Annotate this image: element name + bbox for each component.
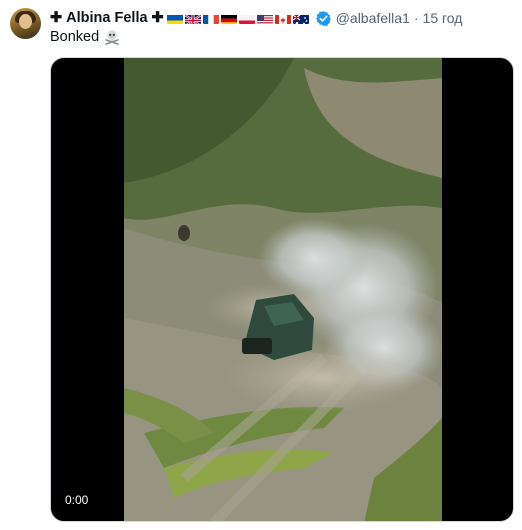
- separator-dot: ·: [413, 10, 419, 26]
- cross-symbol-right: ✚: [151, 10, 164, 26]
- avatar-face: [19, 14, 32, 29]
- author-name[interactable]: Albina Fella: [66, 10, 147, 26]
- germany-flag-icon: [220, 13, 237, 24]
- united-states-flag-icon: [256, 13, 273, 24]
- flag-emojis: [166, 13, 311, 24]
- video-frame[interactable]: [124, 58, 442, 521]
- canada-flag-icon: [274, 13, 291, 24]
- video-player[interactable]: 0:00: [50, 57, 514, 522]
- tweet-time[interactable]: 15 год: [423, 10, 463, 26]
- poland-flag-icon: [238, 13, 255, 24]
- video-timestamp: 0:00: [60, 491, 94, 509]
- author-name-block[interactable]: ✚ Albina Fella ✚: [50, 10, 164, 26]
- avatar[interactable]: [10, 8, 41, 39]
- skull-crossbones-icon: [104, 29, 120, 45]
- france-flag-icon: [202, 13, 219, 24]
- author-handle[interactable]: @albafella1: [336, 10, 410, 26]
- ukraine-flag-icon: [166, 13, 183, 24]
- australia-flag-icon: [292, 13, 309, 24]
- tweet-header: ✚ Albina Fella ✚ @albafella1 · 15 год: [50, 8, 516, 28]
- tweet-text: Bonked: [50, 29, 120, 45]
- cross-symbol-left: ✚: [50, 10, 63, 26]
- united-kingdom-flag-icon: [184, 13, 201, 24]
- video-scene: [124, 58, 442, 521]
- verified-badge-icon: [315, 10, 332, 27]
- tweet-text-content: Bonked: [50, 29, 100, 45]
